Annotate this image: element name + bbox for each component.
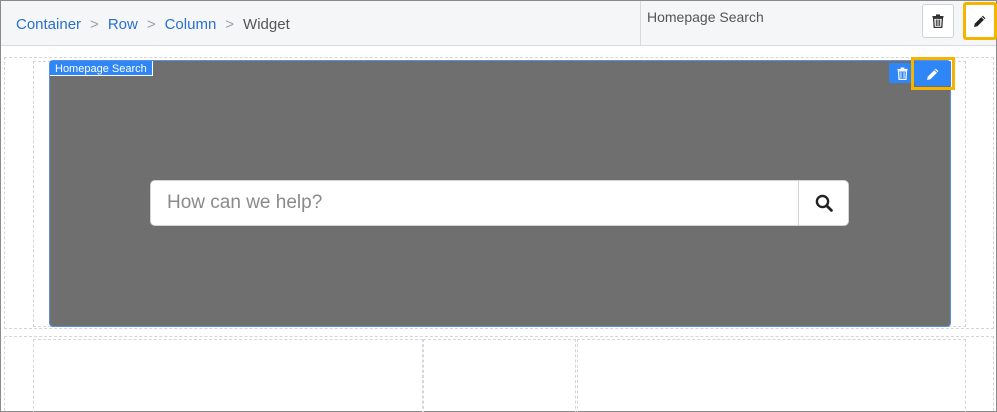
widget-edit-button-inner	[915, 61, 951, 86]
search-bar	[150, 180, 849, 226]
search-button[interactable]	[798, 181, 848, 225]
selected-widget-name: Homepage Search	[647, 9, 764, 25]
breadcrumb-separator: >	[90, 16, 99, 33]
breadcrumb-separator: >	[146, 16, 156, 33]
breadcrumb-separator: >	[225, 16, 235, 33]
page-frame: Container > Row > Column > Widget Homepa…	[0, 0, 997, 412]
search-icon	[815, 194, 833, 212]
edit-widget-button[interactable]	[963, 2, 997, 40]
column-outline-2c	[577, 339, 966, 412]
widget-tag-label: Homepage Search	[50, 61, 153, 76]
search-input[interactable]	[151, 181, 798, 225]
top-toolbar: Container > Row > Column > Widget Homepa…	[1, 1, 997, 46]
widget-edit-button[interactable]	[911, 57, 955, 90]
breadcrumb-column[interactable]: Column	[165, 16, 217, 33]
breadcrumb-current: Widget	[243, 16, 290, 33]
breadcrumb: Container > Row > Column > Widget	[16, 16, 290, 33]
breadcrumb-row[interactable]: Row	[108, 16, 138, 33]
panel-divider	[640, 1, 641, 46]
column-outline-2a	[33, 339, 423, 412]
pencil-icon	[974, 15, 986, 27]
delete-widget-button[interactable]	[922, 4, 954, 38]
pencil-icon	[927, 68, 939, 80]
trash-icon	[896, 66, 908, 80]
breadcrumb-container[interactable]: Container	[16, 16, 81, 33]
trash-icon	[932, 14, 944, 28]
column-outline-2b	[423, 339, 576, 412]
